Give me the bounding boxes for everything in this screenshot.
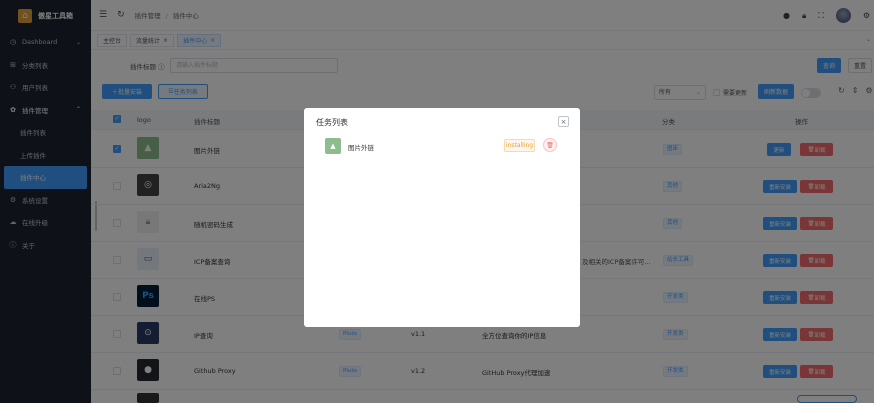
image-icon: ▲ [325,138,341,154]
status-badge: installing [504,139,535,152]
delete-task-button[interactable]: 🗑︎ [543,138,557,152]
task-name: 图片外链 [348,144,374,152]
dialog-title: 任务列表 [316,118,348,127]
close-icon[interactable]: × [558,116,569,127]
task-list-dialog: 任务列表 × ▲ 图片外链 installing 🗑︎ [304,108,580,327]
trash-icon: 🗑︎ [546,141,554,149]
